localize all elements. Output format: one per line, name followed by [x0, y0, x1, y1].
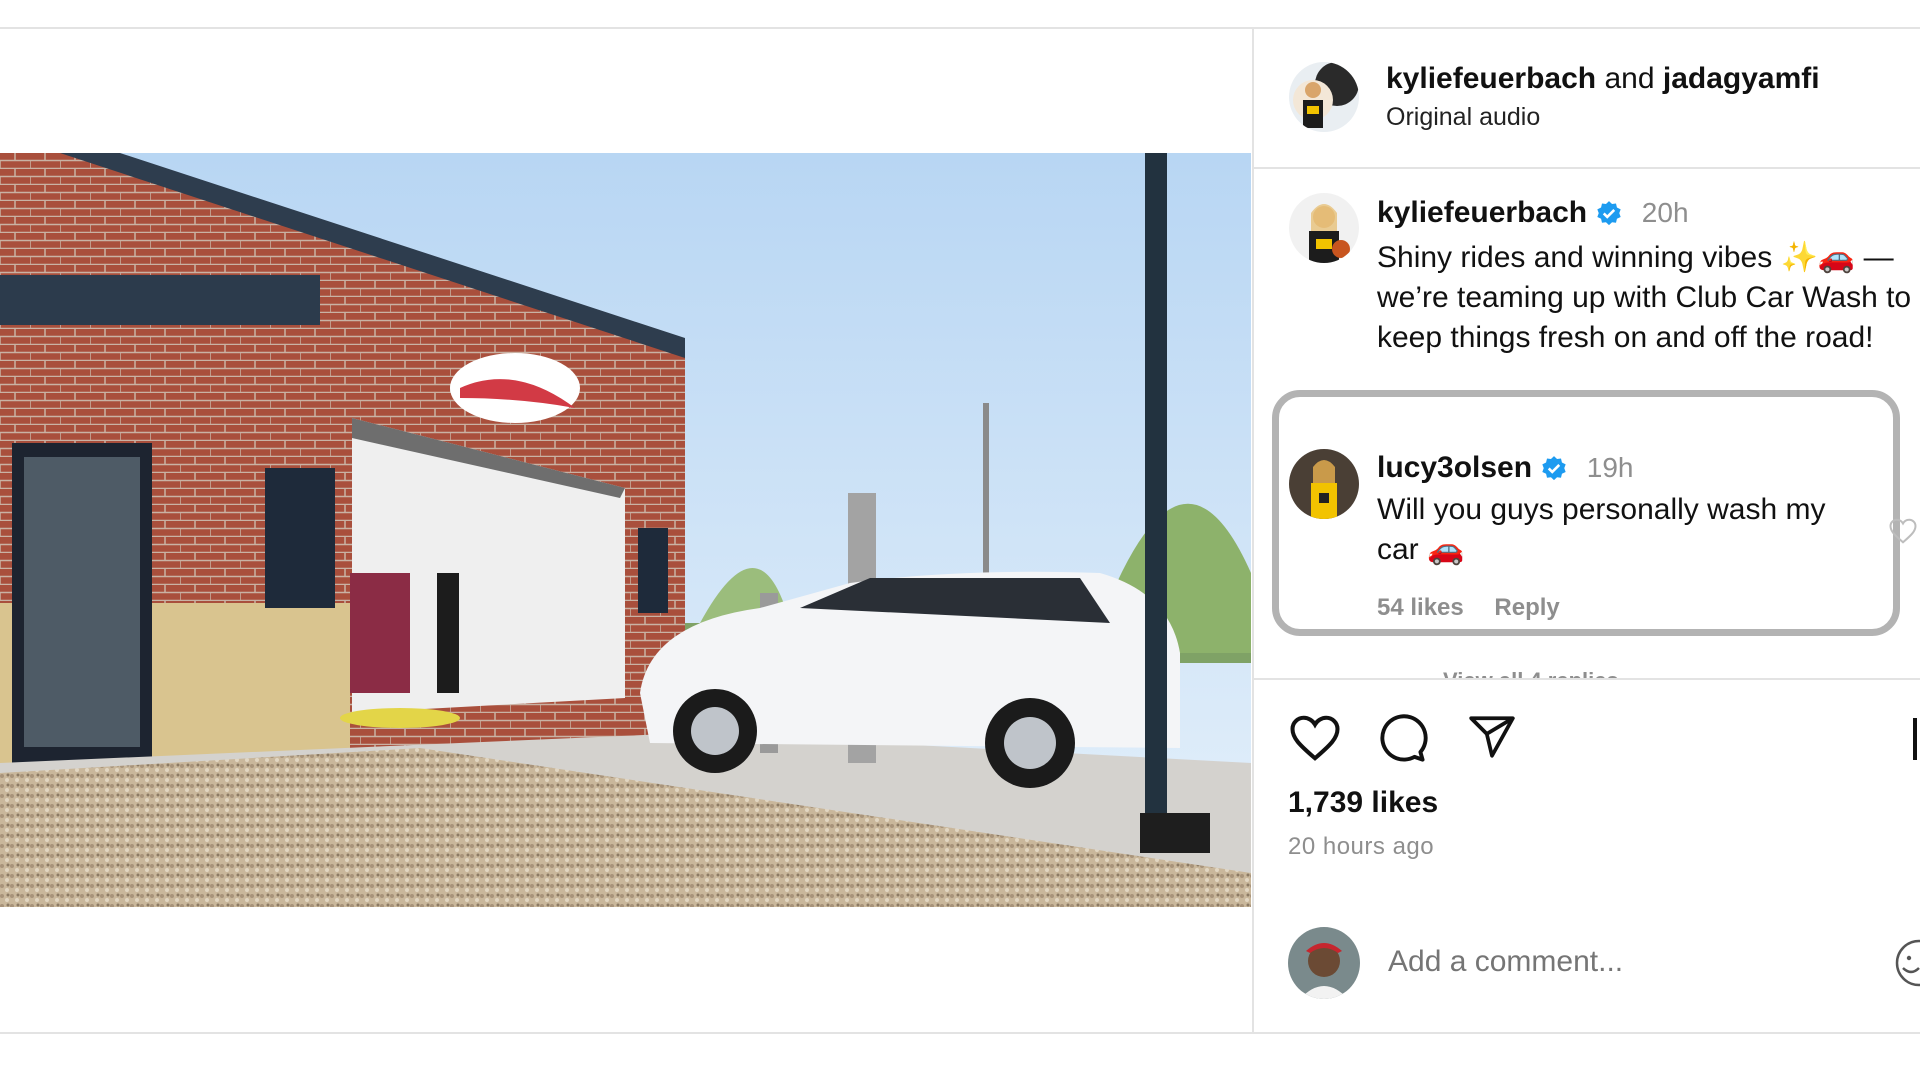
emoji-icon [1895, 939, 1920, 987]
header-divider [1252, 167, 1920, 169]
like-button[interactable] [1288, 712, 1342, 769]
comment-time: 19h [1586, 452, 1634, 483]
share-button[interactable] [1466, 712, 1518, 767]
author-link-1[interactable]: kyliefeuerbach [1386, 62, 1596, 95]
verified-badge-icon [1542, 456, 1567, 481]
comment-button[interactable] [1376, 712, 1428, 769]
comment-icon [1380, 714, 1428, 762]
caption-avatar[interactable] [1289, 193, 1359, 263]
comment-avatar[interactable] [1289, 449, 1359, 519]
verified-badge-icon [1597, 201, 1622, 226]
post-video[interactable] [0, 153, 1251, 907]
view-replies-label: View all 4 replies [1443, 668, 1619, 678]
save-button[interactable] [1913, 718, 1917, 760]
heart-icon [1290, 715, 1340, 761]
bottom-divider [0, 1032, 1920, 1034]
collab-avatar[interactable] [1289, 62, 1359, 132]
car-wash-scene [0, 153, 1251, 907]
comment-reply-button[interactable]: Reply [1494, 594, 1559, 621]
caption-username-link[interactable]: kyliefeuerbach [1377, 196, 1587, 229]
comment-username: lucy3olsen 19h [1377, 451, 1633, 485]
post-timestamp: 20 hours ago [1288, 833, 1435, 860]
caption-text: Shiny rides and winning vibes ✨🚗 — we’re… [1377, 241, 1912, 354]
audio-link[interactable]: Original audio [1386, 103, 1540, 132]
caption-time: 20h [1641, 197, 1689, 228]
current-user-avatar [1288, 927, 1360, 999]
comment-meta: 54 likes Reply [1377, 594, 1584, 622]
author-link-2[interactable]: jadagyamfi [1663, 62, 1820, 95]
view-replies-link[interactable]: View all 4 replies [1377, 666, 1619, 678]
comment-likes-link[interactable]: 54 likes [1377, 594, 1464, 621]
add-comment-input[interactable] [1388, 945, 1868, 979]
emoji-button[interactable] [1893, 938, 1920, 993]
comment-username-link[interactable]: lucy3olsen [1377, 451, 1532, 484]
heart-icon [1889, 518, 1917, 544]
comment-text: Will you guys personally wash my car 🚗 [1377, 493, 1826, 566]
send-icon [1469, 716, 1515, 758]
post-authors: kyliefeuerbach and jadagyamfi [1386, 62, 1820, 96]
comment-like-button[interactable] [1888, 517, 1918, 550]
authors-conjunction: and [1604, 62, 1655, 95]
post-likes-count[interactable]: 1,739 likes [1288, 786, 1438, 820]
actions-divider [1252, 678, 1920, 680]
caption-username: kyliefeuerbach 20h [1377, 196, 1689, 230]
